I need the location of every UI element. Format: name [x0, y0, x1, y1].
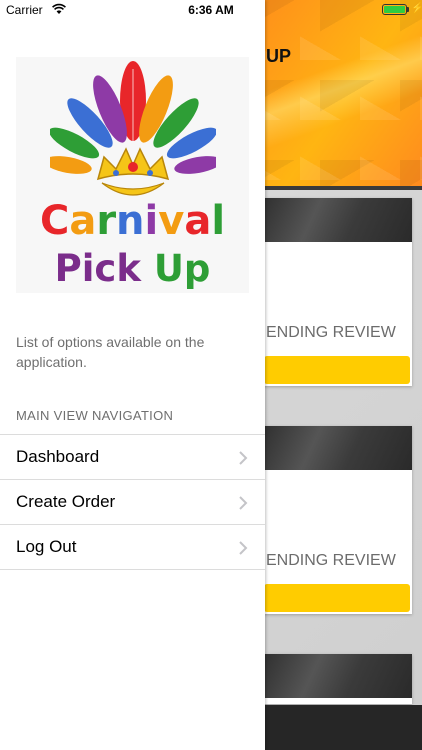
logo-letter: a [184, 198, 212, 244]
logo-letter: p [183, 247, 211, 290]
menu-item-create-order[interactable]: Create Order [0, 480, 265, 525]
background-header-title: UP [266, 46, 292, 66]
logo-text-line2: Pick Up [16, 247, 249, 291]
logo-letter: k [116, 247, 141, 290]
section-header: MAIN VIEW NAVIGATION [16, 408, 174, 423]
logo-letter: n [116, 198, 145, 244]
order-card-image [262, 426, 412, 470]
menu-item-label: Dashboard [16, 447, 100, 466]
logo-letter: l [211, 198, 226, 244]
carnival-feather-headdress-icon [50, 61, 216, 196]
logo-letter [141, 247, 154, 291]
battery-icon [382, 4, 407, 15]
navigation-drawer: Carnival Pick Up List of options availab… [0, 0, 265, 750]
battery-tip [407, 7, 409, 12]
chevron-right-icon [239, 496, 248, 510]
order-card[interactable] [262, 654, 412, 704]
order-card-status: ENDING REVIEW [266, 552, 396, 569]
menu-item-dashboard[interactable]: Dashboard [0, 435, 265, 480]
menu-item-label: Create Order [16, 492, 116, 511]
order-card[interactable]: ENDING REVIEW [262, 426, 412, 614]
app-logo: Carnival Pick Up [16, 57, 249, 293]
logo-letter: C [39, 198, 70, 244]
drawer-menu: Dashboard Create Order Log Out [0, 434, 265, 570]
logo-letter: c [94, 247, 117, 290]
logo-letter: P [54, 247, 82, 290]
charging-bolt-icon: ⚡ [411, 3, 422, 14]
chevron-right-icon [239, 451, 248, 465]
logo-letter: i [144, 198, 159, 244]
status-bar: Carrier 6:36 AM ⚡ [0, 0, 422, 20]
menu-item-log-out[interactable]: Log Out [0, 525, 265, 570]
logo-letter: a [69, 198, 97, 244]
order-card-image [262, 198, 412, 242]
order-card-button[interactable] [264, 356, 410, 384]
menu-item-label: Log Out [16, 537, 77, 556]
logo-letter: r [96, 198, 117, 244]
order-card-status: ENDING REVIEW [266, 324, 396, 341]
chevron-right-icon [239, 541, 248, 555]
order-card[interactable]: ENDING REVIEW [262, 198, 412, 386]
order-card-button[interactable] [264, 584, 410, 612]
logo-letter: i [81, 247, 95, 290]
logo-letter: U [153, 247, 184, 290]
logo-letter: v [158, 198, 185, 244]
drawer-description: List of options available on the applica… [16, 334, 205, 370]
order-card-image [262, 654, 412, 698]
status-time: 6:36 AM [188, 3, 234, 17]
logo-text-line1: Carnival [16, 197, 249, 245]
